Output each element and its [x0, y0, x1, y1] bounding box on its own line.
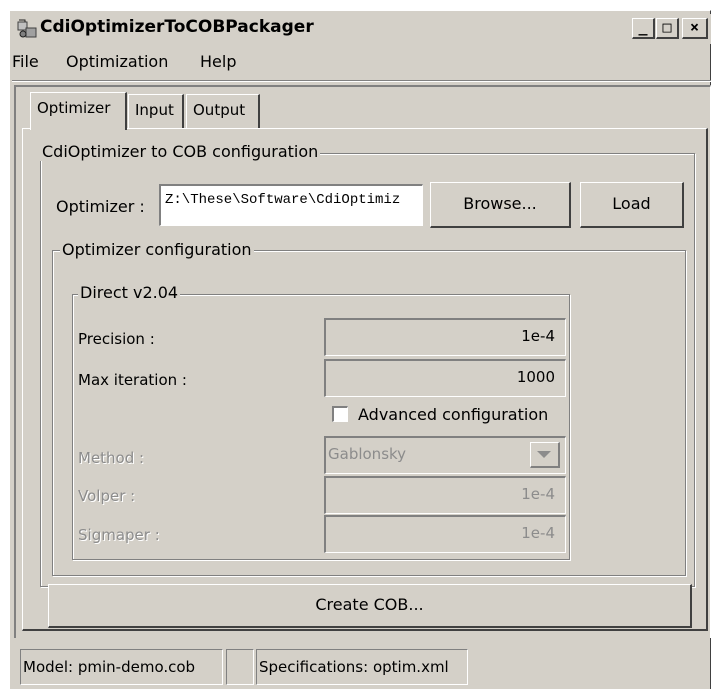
close-button[interactable]: ×	[682, 18, 708, 39]
menu-separator-highlight	[12, 81, 711, 82]
minimize-button[interactable]: _	[632, 18, 655, 39]
optimizer-label: Optimizer :	[56, 197, 145, 216]
advanced-config-label[interactable]: Advanced configuration	[358, 405, 548, 424]
optimizer-config-title: Optimizer configuration	[60, 240, 254, 259]
menu-help[interactable]: Help	[200, 52, 236, 71]
app-icon	[16, 18, 38, 40]
sigmaper-label: Sigmaper :	[78, 526, 160, 544]
precision-field[interactable]: 1e-4	[324, 318, 566, 356]
status-empty	[226, 649, 254, 685]
create-cob-button[interactable]: Create COB...	[48, 584, 692, 628]
status-specifications: Specifications: optim.xml	[256, 649, 468, 685]
precision-label: Precision :	[78, 330, 155, 348]
volper-label: Volper :	[78, 487, 136, 505]
tab-output[interactable]: Output	[186, 94, 260, 128]
menu-file[interactable]: File	[12, 52, 39, 71]
load-button[interactable]: Load	[580, 182, 684, 228]
direct-title: Direct v2.04	[78, 283, 181, 302]
optimizer-path-field[interactable]: Z:\These\Software\CdiOptimiz	[159, 184, 423, 226]
chevron-down-icon	[537, 451, 551, 458]
method-select-value: Gablonsky	[328, 445, 407, 463]
maximize-button[interactable]: □	[656, 18, 679, 39]
max-iteration-field[interactable]: 1000	[324, 359, 566, 397]
method-label: Method :	[78, 449, 145, 467]
window-title: CdiOptimizerToCOBPackager	[40, 17, 314, 37]
method-dropdown-button[interactable]	[530, 442, 560, 468]
browse-button[interactable]: Browse...	[430, 182, 571, 228]
volper-field[interactable]: 1e-4	[324, 476, 566, 514]
advanced-config-checkbox[interactable]	[332, 406, 348, 422]
sigmaper-field[interactable]: 1e-4	[324, 515, 566, 553]
menu-optimization[interactable]: Optimization	[66, 52, 168, 71]
max-iteration-label: Max iteration :	[78, 371, 187, 389]
cob-config-title: CdiOptimizer to COB configuration	[40, 142, 321, 161]
status-model: Model: pmin-demo.cob	[20, 649, 223, 685]
tab-optimizer[interactable]: Optimizer	[30, 92, 127, 130]
tab-input[interactable]: Input	[128, 94, 184, 128]
